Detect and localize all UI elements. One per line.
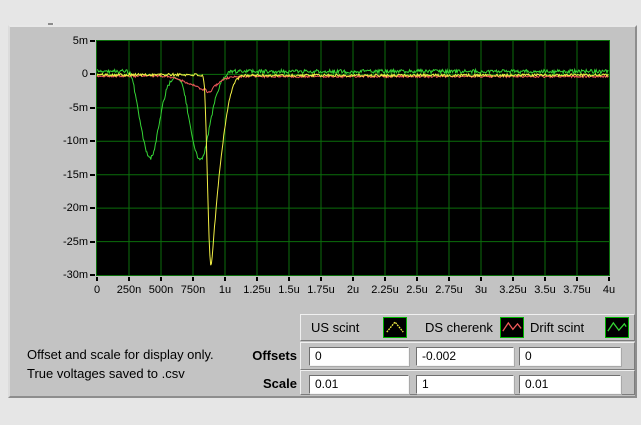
labview-front-panel: 5m0-5m-10m-15m-20m-25m-30m0250n500n750n1… [0, 0, 641, 425]
y-axis-label: 0 [42, 67, 88, 81]
x-axis-tick [320, 277, 322, 281]
y-axis-label: -5m [42, 101, 88, 115]
y-axis-label: -20m [42, 201, 88, 215]
offset-input-drift-scint[interactable]: 0 [519, 347, 621, 366]
y-axis-label: -10m [42, 134, 88, 148]
x-axis-tick [448, 277, 450, 281]
note-line-2: True voltages saved to .csv [27, 364, 214, 383]
y-axis-label: -30m [42, 268, 88, 282]
offsets-label: Offsets [200, 348, 297, 363]
x-axis-tick [512, 277, 514, 281]
scale-input-ds-cherenk[interactable]: 1 [416, 375, 514, 394]
x-axis-tick [480, 277, 482, 281]
x-axis-tick [96, 277, 98, 281]
x-axis-tick [544, 277, 546, 281]
x-axis-tick [160, 277, 162, 281]
y-axis-label: -25m [42, 235, 88, 249]
y-axis-tick [90, 107, 95, 109]
offsets-row: 0 -0.002 0 [300, 342, 635, 370]
graph-legend: US scint DS cherenk Drift scint [300, 314, 635, 341]
y-axis-tick [90, 40, 95, 42]
note-line-1: Offset and scale for display only. [27, 345, 214, 364]
x-axis-tick [224, 277, 226, 281]
scale-input-us-scint[interactable]: 0.01 [309, 375, 409, 394]
x-axis-tick [384, 277, 386, 281]
y-axis-tick [90, 73, 95, 75]
yellow-waveform-icon[interactable] [383, 317, 407, 338]
red-waveform-icon[interactable] [500, 317, 524, 338]
y-axis-tick [90, 174, 95, 176]
offset-input-ds-cherenk[interactable]: -0.002 [416, 347, 514, 366]
y-axis-tick [90, 207, 95, 209]
x-axis-tick [128, 277, 130, 281]
x-axis-tick [352, 277, 354, 281]
display-note: Offset and scale for display only. True … [27, 345, 214, 383]
legend-label-drift-scint: Drift scint [530, 320, 584, 335]
x-axis-label: 4u [587, 283, 631, 297]
x-axis-tick [288, 277, 290, 281]
waveform-traces [96, 40, 610, 276]
y-axis-tick [90, 241, 95, 243]
green-waveform-icon[interactable] [605, 317, 629, 338]
scale-label: Scale [200, 376, 297, 391]
scale-row: 0.01 1 0.01 [300, 370, 635, 395]
legend-label-us-scint: US scint [311, 320, 359, 335]
legend-label-ds-cherenk: DS cherenk [425, 320, 493, 335]
offset-input-us-scint[interactable]: 0 [309, 347, 409, 366]
x-axis-tick [416, 277, 418, 281]
scale-input-drift-scint[interactable]: 0.01 [519, 375, 621, 394]
x-axis-tick [576, 277, 578, 281]
y-axis-label: -15m [42, 168, 88, 182]
x-axis-tick [608, 277, 610, 281]
y-axis-tick [90, 140, 95, 142]
x-axis-tick [192, 277, 194, 281]
x-axis-tick [256, 277, 258, 281]
y-axis-tick [90, 274, 95, 276]
y-axis-label: 5m [42, 34, 88, 48]
waveform-graph-plot-area [96, 40, 610, 276]
